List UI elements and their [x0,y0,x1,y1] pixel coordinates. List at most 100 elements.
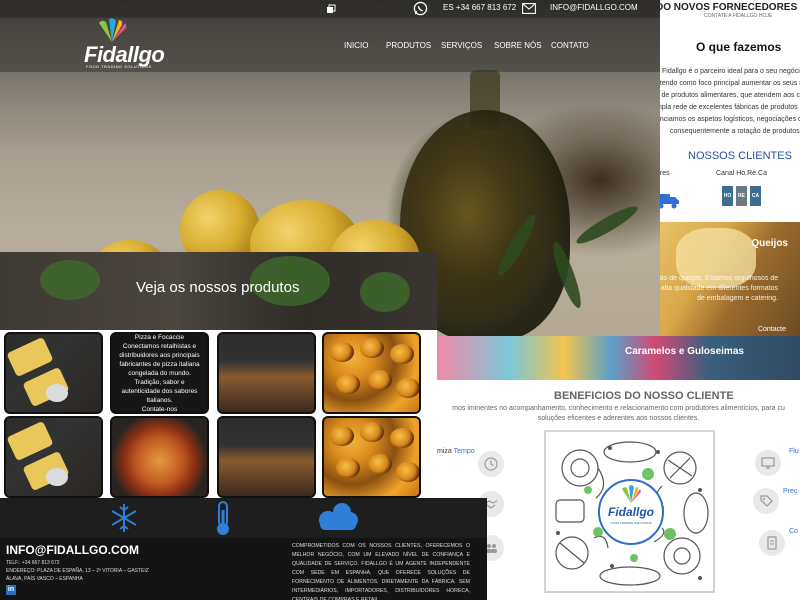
top-contact-bar: ES +34 667 813 672 INFO@FIDALLGO.COM [0,0,660,18]
email-link[interactable]: INFO@FIDALLGO.COM [550,3,638,12]
pastry-image [368,370,392,390]
product-tile-pastries[interactable] [322,332,421,414]
footer-phone: TELF.: +34 667 813 672 [6,560,60,566]
nav-sobre-nos[interactable]: SOBRE NÓS [494,41,542,50]
product-tile-pastries[interactable] [322,416,421,498]
temperature-icon-strip [0,498,487,538]
footer: INFO@FIDALLGO.COM TELF.: +34 667 813 672… [0,538,487,600]
pastry-image [360,338,384,358]
logo-sketch-image: Fidallgo FOOD TRADING SOLUTIONS [544,430,715,593]
tag-icon [753,488,779,514]
nav-inicio[interactable]: INICIO [344,41,368,50]
thermometer-icon [217,501,229,535]
pastry-image [330,426,354,446]
queijos-title: Queijos [751,238,788,249]
pizza-info-heading: Pizza e Focaccie [134,333,185,341]
pizza-info-contact-link[interactable]: Contate-nos [142,406,177,413]
right-page-top: DO NOVOS FORNECEDORES PARA CONTATE A FID… [656,0,800,240]
leaf-image [573,201,641,249]
badge-ho: HO [722,186,733,206]
section-title-o-que-fazemos: O que fazemos [696,40,782,54]
pastry-image [390,344,414,364]
about-line: enciamos os aspetos logísticos, negociaç… [656,116,800,123]
caramelos-title: Caramelos e Guloseimas [625,346,744,357]
pastry-image [360,422,384,442]
pastry-image [336,374,360,394]
benefit-side-link[interactable]: Tempo [454,448,475,455]
products-header-banner: Veja os nossos produtos [0,252,437,330]
about-line: , tendo como foco principal aumentar os … [656,80,800,87]
queijos-text: ção de queijos. Estamos orgulhosos de al… [656,274,796,304]
footer-address: ÁLAVA, PAÍS VASCO – ESPANHA [6,576,83,582]
phone-number[interactable]: ES +34 667 813 672 [443,3,516,12]
benefit-right-label: Preç [783,488,798,495]
pastry-image [396,462,419,482]
product-tile-pizza[interactable] [110,416,209,498]
caramelos-banner: Caramelos e Guloseimas [437,336,800,380]
queijos-line: de embalagem e catering. [697,295,778,302]
nav-servicos[interactable]: SERVIÇOS [441,41,482,50]
document-icon [759,530,785,556]
product-tile-sandwich[interactable] [217,416,316,498]
benefit-side-item: miza Tempo [437,448,475,455]
nav-contato[interactable]: CONTATO [551,41,589,50]
queijos-banner: Queijos ção de queijos. Estamos orgulhos… [656,222,800,336]
basil-image [40,260,100,300]
linkedin-icon[interactable]: in [6,585,16,595]
mail-icon[interactable] [522,3,536,14]
pizza-info-body: Conectamos retalhistas e distribuidores … [119,342,200,404]
pastry-image [336,458,360,478]
cloud-icon [319,503,358,530]
about-line: consequentemente a rotação de produtos. [670,128,800,135]
fidallgo-logo[interactable]: Fidallgo FOOD TRADING SOLUTIONS [84,18,188,70]
product-tile-cheese[interactable] [4,416,103,498]
benefit-right-label: Co [789,528,798,535]
benefits-line: soluções eficentes e aderentes aos nosso… [537,415,700,422]
products-window: Veja os nossos produtos Pizza e Focaccie… [0,252,437,498]
queijos-contact-link[interactable]: Contacte [758,326,786,333]
badge-ca: CA [750,186,761,206]
seal-logo-text: Fidallgo [608,505,654,519]
right-page-header: DO NOVOS FORNECEDORES PARA [656,2,800,13]
fidallgo-seal-logo: Fidallgo FOOD TRADING SOLUTIONS [598,479,664,545]
products-grid: Pizza e Focaccie Conectamos retalhistas … [0,330,437,498]
splash-icon [99,18,127,42]
product-tile-sandwich[interactable] [217,332,316,414]
nav-produtos[interactable]: PRODUTOS [386,41,431,50]
monitor-icon [755,450,781,476]
blue-cheese-image [46,384,68,402]
products-title: Veja os nossos produtos [136,279,300,296]
benefit-side-label: miza [437,448,452,455]
queijos-line: ção de queijos. Estamos orgulhosos de [656,275,779,282]
client-canal-label: Canal Ho.Re.Ca [716,170,767,177]
screenshot-collage: DO NOVOS FORNECEDORES PARA CONTATE A FID… [0,0,800,600]
basil-image [360,272,410,312]
pastry-image [390,428,414,448]
blue-cheese-image [46,468,68,486]
about-paragraph: Fidallgo é o parceiro ideal para o seu n… [656,66,800,138]
whatsapp-icon[interactable] [413,1,428,16]
copy-icon[interactable] [326,4,336,14]
product-tile-pizza-info[interactable]: Pizza e Focaccie Conectamos retalhistas … [110,332,209,414]
main-navbar: Fidallgo FOOD TRADING SOLUTIONS INICIO P… [0,18,660,72]
pizza-info-card: Pizza e Focaccie Conectamos retalhistas … [116,333,203,413]
snowflake-icon [111,504,137,532]
benefits-line: mos iminentes no acompanhamento, conheci… [452,405,785,412]
seal-logo-tagline: FOOD TRADING SOLUTIONS [610,521,652,525]
footer-email[interactable]: INFO@FIDALLGO.COM [6,543,139,557]
clock-icon [478,451,504,477]
pastry-image [396,378,419,398]
benefit-right-label: Flu [789,448,799,455]
about-line: Fidallgo é o parceiro ideal para o seu n… [662,68,800,75]
logo-tagline: FOOD TRADING SOLUTIONS [86,64,152,69]
badge-re: RE [736,186,747,206]
pastry-image [368,454,392,474]
right-page-subheader: CONTATE A FIDALLGO HOJE [704,13,773,19]
queijos-line: alta qualidade em diferentes formatos [660,285,778,292]
splash-icon [622,485,641,503]
clients-title: NOSSOS CLIENTES [688,150,792,162]
pastry-image [330,342,354,362]
about-line: mpla rede de excelentes fábricas de prod… [656,104,800,111]
benefits-title: BENEFICIOS DO NOSSO CLIENTE [554,390,734,402]
product-tile-cheese[interactable] [4,332,103,414]
